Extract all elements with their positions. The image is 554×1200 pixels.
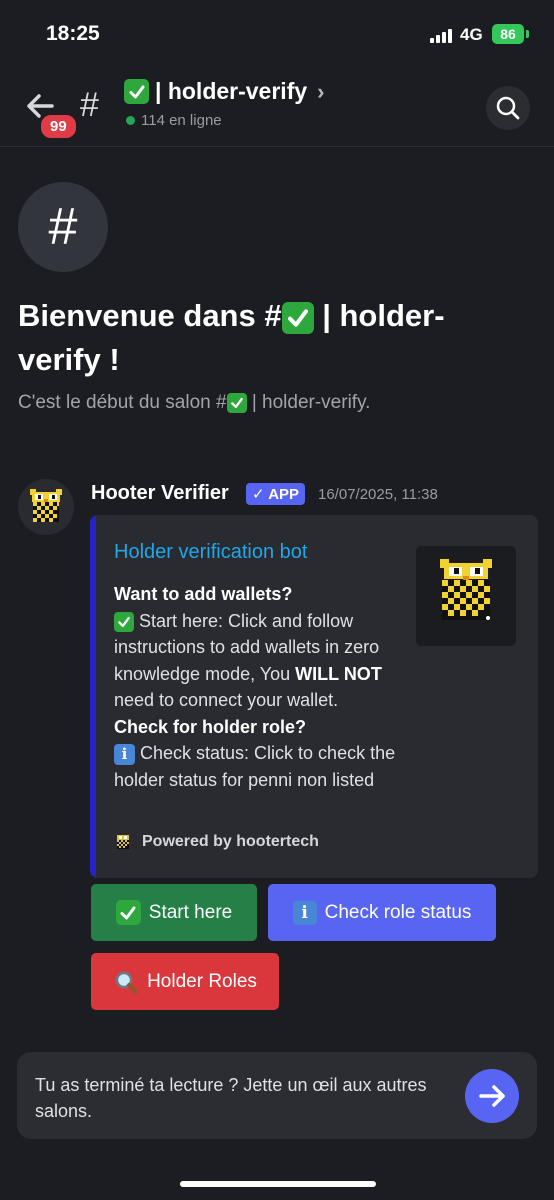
online-dot-icon [126,116,135,125]
check-role-status-button[interactable]: i Check role status [268,884,496,941]
channel-hash-icon: # [18,182,108,272]
next-channel-prompt: Tu as terminé ta lecture ? Jette un œil … [17,1052,537,1139]
embed-title: Holder verification bot [114,541,308,563]
embed-footer: Powered by hootertech [114,833,319,851]
battery-tip [526,30,529,38]
channel-title[interactable]: | holder-verify › [124,78,324,105]
embed-thumbnail[interactable] [416,546,516,646]
message-author[interactable]: Hooter Verifier [91,482,229,505]
next-channel-text: Tu as terminé ta lecture ? Jette un œil … [35,1075,427,1121]
search-button[interactable] [486,86,530,130]
chevron-right-icon: › [317,78,325,104]
embed-color-bar [90,515,96,878]
arrow-right-icon [479,1085,505,1107]
app-tag: ✓ APP [246,483,306,505]
check-emoji-icon [115,900,141,925]
unread-badge: 99 [38,112,79,141]
online-count: 114 en ligne [126,112,222,129]
start-here-button[interactable]: Start here [91,884,257,941]
status-time: 18:25 [46,22,100,45]
search-icon [496,96,520,120]
owl-thumbnail-icon [416,546,516,646]
check-emoji-icon [281,301,314,334]
hash-icon: # [80,86,99,124]
app-tag-label: APP [268,486,300,503]
embed-paragraph-check: i Check status: Click to check the holde… [114,740,404,793]
battery-icon: 86 [492,24,524,44]
next-channel-button[interactable] [465,1069,519,1123]
holder-roles-button[interactable]: Holder Roles [91,953,279,1010]
start-here-label: Start here [148,901,233,923]
embed-footer-text: Powered by hootertech [142,833,319,850]
embed-p1-end: need to connect your wallet. [114,690,339,710]
holder-roles-label: Holder Roles [147,970,257,992]
bot-avatar[interactable] [18,479,74,535]
home-indicator[interactable] [180,1181,376,1187]
embed-body: Want to add wallets? Start here: Click a… [114,581,404,793]
signal-icon [430,29,452,43]
embed-paragraph-start: Start here: Click and follow instruction… [114,608,404,714]
channel-header: 99 # | holder-verify › 114 en ligne [0,70,554,147]
info-emoji-icon: i [114,743,135,765]
status-bar: 18:25 4G 86 [0,0,554,70]
info-emoji-icon: i [292,900,317,925]
check-emoji-icon [114,611,134,632]
welcome-title-prefix: Bienvenue dans # [18,298,282,333]
owl-footer-icon [117,835,129,849]
welcome-sub-suffix: | holder-verify. [246,392,371,413]
owl-avatar-icon [18,479,74,535]
message-embed: Holder verification bot Want to add wall… [90,515,538,878]
magnifier-emoji-icon [115,971,139,994]
network-type: 4G [460,25,483,44]
embed-heading-role: Check for holder role? [114,716,307,737]
online-text: 114 en ligne [141,112,222,129]
welcome-sub-prefix: C'est le début du salon # [18,392,227,413]
message-timestamp: 16/07/2025, 11:38 [318,486,438,503]
check-emoji-icon [226,392,247,413]
channel-name: | holder-verify [155,78,308,104]
embed-p2: Check status: Click to check the holder … [114,743,396,790]
embed-heading-wallets: Want to add wallets? [114,584,293,604]
embed-p1-bold: WILL NOT [295,663,382,684]
check-role-status-label: Check role status [324,901,472,923]
welcome-subtitle: C'est le début du salon # | holder-verif… [18,392,538,414]
check-emoji-icon [124,79,149,104]
welcome-title: Bienvenue dans # | holder-verify ! [18,294,518,382]
